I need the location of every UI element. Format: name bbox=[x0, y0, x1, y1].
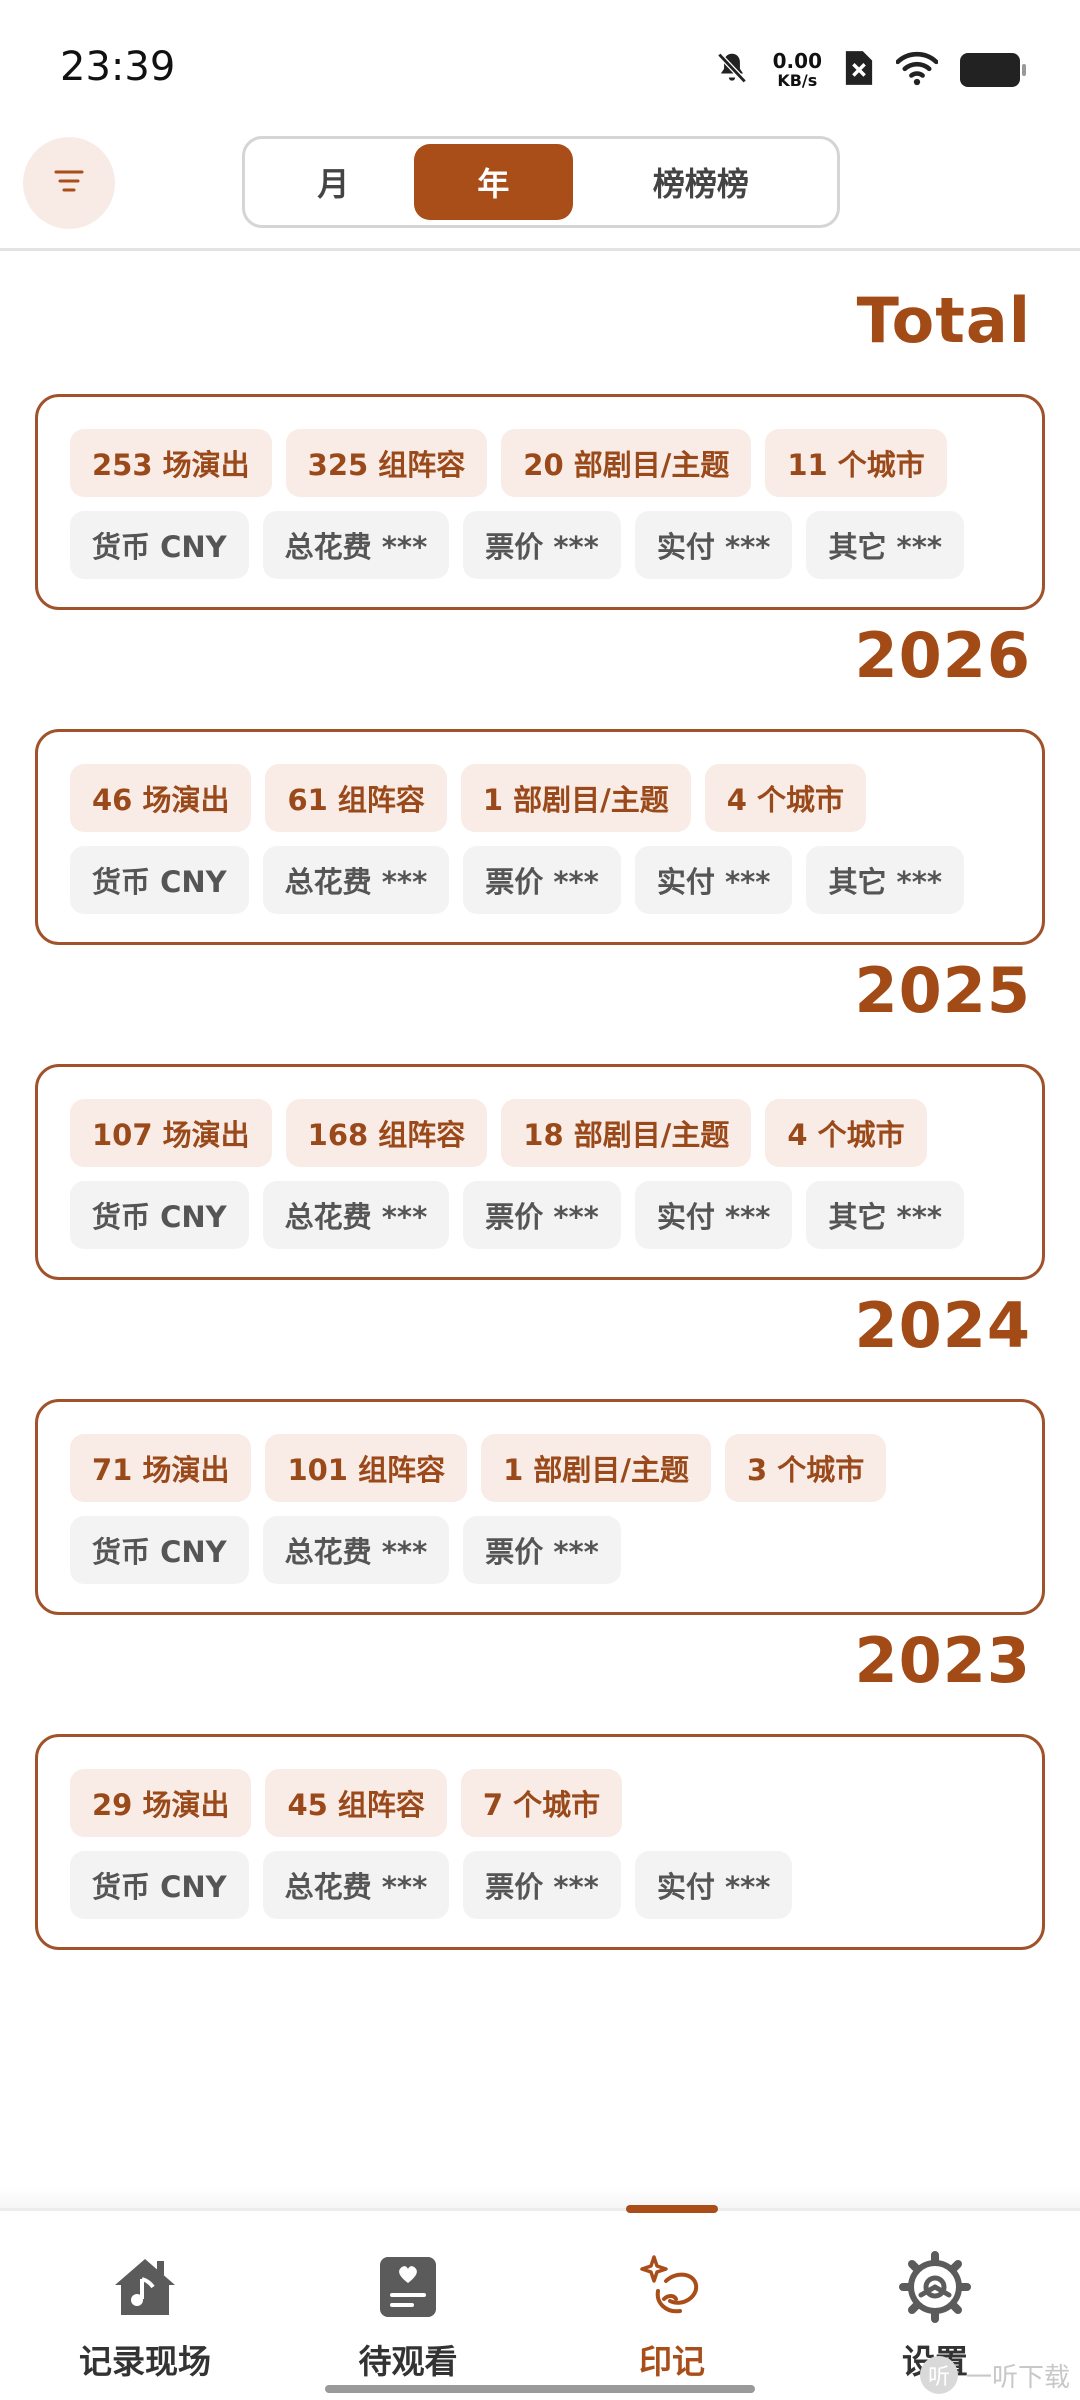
money-chip-row: 货币 CNY 总花费 *** 票价 *** 实付 *** 其它 *** bbox=[70, 846, 1042, 914]
ticket-price-chip: 票价 *** bbox=[463, 511, 621, 579]
status-time: 23:39 bbox=[60, 44, 176, 90]
ticket-heart-icon bbox=[372, 2251, 444, 2323]
nav-label: 待观看 bbox=[358, 2342, 458, 2381]
net-speed: 0.00 KB/s bbox=[772, 49, 822, 90]
nav-label: 记录现场 bbox=[79, 2342, 211, 2381]
cities-chip: 11 个城市 bbox=[765, 429, 947, 497]
money-chip-row: 货币 CNY 总花费 *** 票价 *** bbox=[70, 1516, 1042, 1584]
other-cost-chip: 其它 *** bbox=[806, 846, 965, 914]
total-spend-chip: 总花费 *** bbox=[262, 846, 450, 914]
watermark: 听 一听下载 bbox=[920, 2350, 1080, 2400]
lineups-chip: 101 组阵容 bbox=[265, 1434, 468, 1502]
active-tab-indicator bbox=[626, 2205, 718, 2213]
nav-item-imprint[interactable]: 印记 bbox=[572, 2251, 772, 2383]
stats-card[interactable]: 46 场演出 61 组阵容 1 部剧目/主题 4 个城市 货币 CNY 总花费 … bbox=[35, 729, 1045, 945]
performances-chip: 71 场演出 bbox=[70, 1434, 252, 1502]
cities-chip: 7 个城市 bbox=[460, 1769, 623, 1837]
performances-chip: 107 场演出 bbox=[70, 1099, 272, 1167]
stat-chip-row: 71 场演出 101 组阵容 1 部剧目/主题 3 个城市 bbox=[70, 1434, 1042, 1502]
money-chip-row: 货币 CNY 总花费 *** 票价 *** 实付 *** 其它 *** bbox=[70, 1181, 1042, 1249]
section-title: 2024 bbox=[854, 1289, 1031, 1362]
nav-item-watchlist[interactable]: 待观看 bbox=[308, 2251, 508, 2383]
home-indicator[interactable] bbox=[325, 2385, 755, 2393]
currency-chip: 货币 CNY bbox=[70, 1181, 249, 1249]
section-title: 2026 bbox=[854, 619, 1031, 692]
tab-month[interactable]: 月 bbox=[253, 144, 414, 220]
currency-chip: 货币 CNY bbox=[70, 1516, 249, 1584]
money-chip-row: 货币 CNY 总花费 *** 票价 *** 实付 *** bbox=[70, 1851, 1042, 1919]
total-spend-chip: 总花费 *** bbox=[262, 511, 450, 579]
status-bar: 23:39 0.00 KB/s bbox=[0, 0, 1080, 130]
gear-icon bbox=[899, 2251, 971, 2323]
other-cost-chip: 其它 *** bbox=[806, 511, 965, 579]
watermark-text: 一听下载 bbox=[966, 2362, 1071, 2393]
mute-bell-icon bbox=[713, 49, 751, 91]
battery-icon bbox=[960, 53, 1026, 87]
cities-chip: 3 个城市 bbox=[724, 1434, 887, 1502]
bottom-nav: 记录现场 待观看 印记 bbox=[0, 2187, 1080, 2400]
ticket-price-chip: 票价 *** bbox=[463, 1181, 621, 1249]
stats-card[interactable]: 107 场演出 168 组阵容 18 部剧目/主题 4 个城市 货币 CNY 总… bbox=[35, 1064, 1045, 1280]
shows-chip: 1 部剧目/主题 bbox=[460, 764, 691, 832]
ticket-price-chip: 票价 *** bbox=[463, 1516, 621, 1584]
performances-chip: 46 场演出 bbox=[70, 764, 252, 832]
cities-chip: 4 个城市 bbox=[704, 764, 867, 832]
nav-item-record[interactable]: 记录现场 bbox=[45, 2251, 245, 2383]
actual-paid-chip: 实付 *** bbox=[634, 846, 793, 914]
sparkle-orbit-icon bbox=[636, 2251, 708, 2323]
cities-chip: 4 个城市 bbox=[765, 1099, 927, 1167]
actual-paid-chip: 实付 *** bbox=[634, 1851, 793, 1919]
filter-icon bbox=[52, 167, 86, 199]
filter-button[interactable] bbox=[23, 137, 115, 229]
no-sim-icon bbox=[844, 49, 874, 91]
stat-chip-row: 46 场演出 61 组阵容 1 部剧目/主题 4 个城市 bbox=[70, 764, 1042, 832]
lineups-chip: 168 组阵容 bbox=[285, 1099, 488, 1167]
performances-chip: 253 场演出 bbox=[70, 429, 272, 497]
header-divider bbox=[0, 248, 1080, 251]
stats-card[interactable]: 253 场演出 325 组阵容 20 部剧目/主题 11 个城市 货币 CNY … bbox=[35, 394, 1045, 610]
nav-label: 印记 bbox=[639, 2342, 705, 2381]
total-spend-chip: 总花费 *** bbox=[262, 1851, 450, 1919]
nav-shadow bbox=[0, 2187, 1080, 2211]
section-title: 2023 bbox=[854, 1624, 1031, 1697]
lineups-chip: 45 组阵容 bbox=[265, 1769, 447, 1837]
period-segmented-control: 月 年 榜榜榜 bbox=[242, 136, 840, 228]
ticket-price-chip: 票价 *** bbox=[463, 846, 621, 914]
wifi-icon bbox=[895, 50, 939, 90]
lineups-chip: 61 组阵容 bbox=[265, 764, 447, 832]
ticket-price-chip: 票价 *** bbox=[463, 1851, 621, 1919]
stat-chip-row: 107 场演出 168 组阵容 18 部剧目/主题 4 个城市 bbox=[70, 1099, 1042, 1167]
shows-chip: 1 部剧目/主题 bbox=[481, 1434, 711, 1502]
shows-chip: 18 部剧目/主题 bbox=[501, 1099, 752, 1167]
shows-chip: 20 部剧目/主题 bbox=[501, 429, 752, 497]
section-title: Total bbox=[856, 284, 1031, 357]
actual-paid-chip: 实付 *** bbox=[634, 1181, 793, 1249]
tab-year[interactable]: 年 bbox=[413, 144, 573, 220]
actual-paid-chip: 实付 *** bbox=[634, 511, 793, 579]
section-title: 2025 bbox=[854, 954, 1031, 1027]
total-spend-chip: 总花费 *** bbox=[262, 1181, 450, 1249]
lineups-chip: 325 组阵容 bbox=[285, 429, 488, 497]
stat-chip-row: 29 场演出 45 组阵容 7 个城市 bbox=[70, 1769, 1042, 1837]
tab-ranking[interactable]: 榜榜榜 bbox=[573, 144, 829, 220]
currency-chip: 货币 CNY bbox=[70, 1851, 249, 1919]
watermark-logo-icon: 听 bbox=[920, 2356, 958, 2394]
money-chip-row: 货币 CNY 总花费 *** 票价 *** 实付 *** 其它 *** bbox=[70, 511, 1042, 579]
status-icons: 0.00 KB/s bbox=[713, 48, 1026, 92]
other-cost-chip: 其它 *** bbox=[806, 1181, 965, 1249]
currency-chip: 货币 CNY bbox=[70, 846, 249, 914]
stats-card[interactable]: 71 场演出 101 组阵容 1 部剧目/主题 3 个城市 货币 CNY 总花费… bbox=[35, 1399, 1045, 1615]
stat-chip-row: 253 场演出 325 组阵容 20 部剧目/主题 11 个城市 bbox=[70, 429, 1042, 497]
total-spend-chip: 总花费 *** bbox=[262, 1516, 450, 1584]
house-music-icon bbox=[109, 2251, 181, 2323]
stats-card[interactable]: 29 场演出 45 组阵容 7 个城市 货币 CNY 总花费 *** 票价 **… bbox=[35, 1734, 1045, 1950]
currency-chip: 货币 CNY bbox=[70, 511, 249, 579]
performances-chip: 29 场演出 bbox=[70, 1769, 252, 1837]
